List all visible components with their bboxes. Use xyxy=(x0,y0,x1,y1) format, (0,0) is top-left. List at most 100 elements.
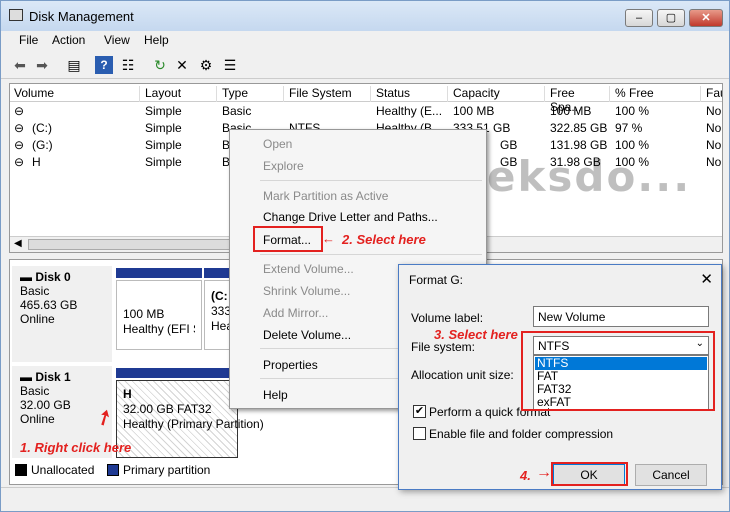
delete-icon[interactable]: ✕ xyxy=(173,56,191,74)
highlight-file-system xyxy=(521,331,715,411)
menu-view[interactable]: View xyxy=(104,33,130,47)
menu-help[interactable]: Help xyxy=(144,33,169,47)
cell-status: Healthy (E... xyxy=(376,104,443,118)
cell-percent-free: 100 % xyxy=(615,138,650,152)
drive-icon: ⊖ xyxy=(14,155,25,169)
partition-status: Hea xyxy=(211,319,234,333)
cell-volume: (C:) xyxy=(32,121,52,135)
compression-label[interactable]: Enable file and folder compression xyxy=(429,427,613,441)
cell-volume: H xyxy=(32,155,41,169)
drive-icon: ⊖ xyxy=(14,104,25,118)
allocation-unit-label: Allocation unit size: xyxy=(411,368,514,382)
ctx-add-mirror[interactable]: Add Mirror... xyxy=(263,306,328,320)
partition-name: (C: xyxy=(211,289,228,303)
cell-fault: No xyxy=(706,138,722,152)
highlight-format xyxy=(253,226,323,252)
disk-1-name: ▬ Disk 1 xyxy=(20,370,104,384)
quick-format-checkbox[interactable]: ✔ xyxy=(413,405,426,418)
cell-fault: No xyxy=(706,155,722,169)
disk-0-state: Online xyxy=(20,312,55,326)
annotation-step-2: 2. Select here xyxy=(342,232,426,247)
disk-0-name-text: Disk 0 xyxy=(35,270,71,284)
cell-layout: Simple xyxy=(145,138,182,152)
cell-layout: Simple xyxy=(145,121,182,135)
col-volume[interactable]: Volume xyxy=(10,86,140,102)
annotation-step-3: 3. Select here xyxy=(434,327,518,342)
ctx-mark-active[interactable]: Mark Partition as Active xyxy=(263,189,388,203)
table-row[interactable]: ⊖ Simple Basic Healthy (E... 100 MB 100 … xyxy=(10,103,722,120)
list-view-icon[interactable]: ☷ xyxy=(119,56,137,74)
cell-percent-free: 100 % xyxy=(615,104,650,118)
console-view-icon[interactable]: ▤ xyxy=(65,56,83,74)
cell-fault: No xyxy=(706,121,722,135)
partition-bar xyxy=(116,368,236,378)
volume-list-header: Volume Layout Type File System Status Ca… xyxy=(10,84,722,114)
highlight-ok xyxy=(551,462,628,486)
partition-bar xyxy=(116,268,202,278)
cell-capacity: GB xyxy=(500,138,518,152)
help-icon[interactable]: ? xyxy=(95,56,113,74)
col-fault[interactable]: Fau xyxy=(702,86,722,102)
col-file-system[interactable]: File System xyxy=(285,86,371,102)
cell-type: Basic xyxy=(222,104,252,118)
cell-fault: No xyxy=(706,104,722,118)
scroll-thumb[interactable] xyxy=(28,239,258,250)
window-title: Disk Management xyxy=(29,9,134,24)
volume-label-input[interactable]: New Volume xyxy=(533,306,709,327)
drive-icon: ⊖ xyxy=(14,121,25,135)
ctx-open[interactable]: Open xyxy=(263,137,292,151)
col-capacity[interactable]: Capacity xyxy=(449,86,545,102)
menu-action[interactable]: Action xyxy=(52,33,85,47)
partition-efi[interactable]: 100 MB Healthy (EFI S xyxy=(116,280,202,350)
more-tools-icon[interactable]: ☰ xyxy=(221,56,239,74)
partition-size: 32.00 GB FAT32 xyxy=(123,402,212,416)
ctx-delete[interactable]: Delete Volume... xyxy=(263,328,351,342)
disk-0-label[interactable]: ▬ Disk 0 Basic 465.63 GB Online xyxy=(12,266,112,362)
partition-h[interactable]: H 32.00 GB FAT32 Healthy (Primary Partit… xyxy=(116,380,264,458)
volume-label-label: Volume label: xyxy=(411,311,484,325)
compression-checkbox[interactable] xyxy=(413,427,426,440)
status-bar xyxy=(1,487,729,511)
partition-status: Healthy (EFI S xyxy=(123,322,195,336)
col-percent-free[interactable]: % Free xyxy=(611,86,701,102)
minimize-button[interactable]: ‒ xyxy=(625,9,653,27)
cell-free-space: 131.98 GB xyxy=(550,138,608,152)
col-layout[interactable]: Layout xyxy=(141,86,217,102)
cancel-button[interactable]: Cancel xyxy=(635,464,707,486)
cell-layout: Simple xyxy=(145,104,182,118)
refresh-icon[interactable]: ↻ xyxy=(151,56,169,74)
ctx-properties[interactable]: Properties xyxy=(263,358,318,372)
properties-icon[interactable]: ⚙ xyxy=(197,56,215,74)
annotation-step-1: 1. Right click here xyxy=(20,440,132,455)
drive-icon: ⊖ xyxy=(14,138,25,152)
disk-0-name: ▬ Disk 0 xyxy=(20,270,104,284)
disk-1-type: Basic xyxy=(20,384,50,398)
col-status[interactable]: Status xyxy=(372,86,448,102)
ctx-help[interactable]: Help xyxy=(263,388,288,402)
back-arrow-icon[interactable]: ⬅ xyxy=(11,56,29,74)
ctx-change-letter[interactable]: Change Drive Letter and Paths... xyxy=(263,210,438,224)
disk-icon: ▬ xyxy=(20,370,32,384)
disk-icon: ▬ xyxy=(20,270,32,284)
cell-volume: (G:) xyxy=(32,138,53,152)
dialog-close-icon[interactable]: ✕ xyxy=(700,270,713,288)
annotation-step-4: 4. xyxy=(520,468,531,483)
title-bar: Disk Management ‒ ▢ ✕ xyxy=(1,1,729,31)
file-system-label: File system: xyxy=(411,340,476,354)
scroll-left-icon[interactable]: ◀ xyxy=(14,238,22,249)
ctx-extend[interactable]: Extend Volume... xyxy=(263,262,354,276)
maximize-button[interactable]: ▢ xyxy=(657,9,685,27)
separator xyxy=(260,180,482,181)
ctx-explore[interactable]: Explore xyxy=(263,159,304,173)
partition-status: Healthy (Primary Partition) xyxy=(123,417,264,431)
col-free-space[interactable]: Free Spa... xyxy=(546,86,610,114)
close-button[interactable]: ✕ xyxy=(689,9,723,27)
disk-0-type: Basic xyxy=(20,284,50,298)
toolbar: ⬅ ➡ ▤ ? ☷ ↻ ✕ ⚙ ☰ xyxy=(1,51,729,79)
menu-file[interactable]: File xyxy=(19,33,38,47)
forward-arrow-icon[interactable]: ➡ xyxy=(33,56,51,74)
cell-free-space: 322.85 GB xyxy=(550,121,608,135)
partition-size: 333. xyxy=(211,304,234,318)
ctx-shrink[interactable]: Shrink Volume... xyxy=(263,284,350,298)
col-type[interactable]: Type xyxy=(218,86,284,102)
